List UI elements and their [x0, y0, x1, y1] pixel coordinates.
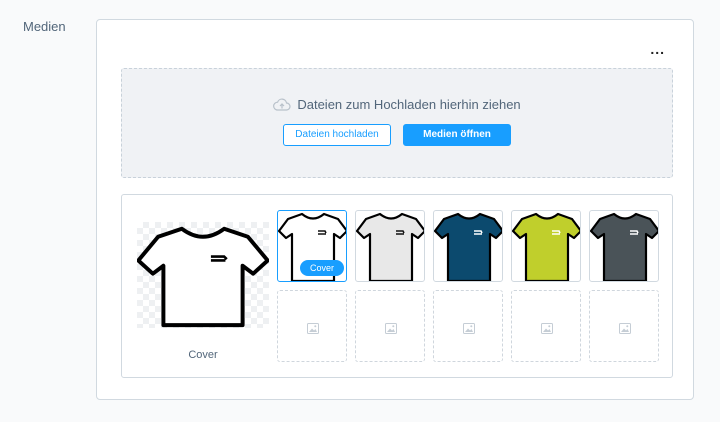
- media-thumbnail[interactable]: [355, 210, 425, 282]
- cover-preview-image: [136, 222, 270, 328]
- tshirt-icon: [590, 212, 658, 281]
- section-label: Medien: [23, 19, 66, 34]
- empty-media-slot[interactable]: [277, 290, 347, 362]
- open-media-button[interactable]: Medien öffnen: [403, 124, 511, 146]
- empty-media-slot[interactable]: [511, 290, 581, 362]
- cover-badge: Cover: [300, 260, 344, 276]
- media-card: ... Dateien zum Hochladen hierhin ziehen…: [96, 19, 694, 400]
- upload-files-button[interactable]: Dateien hochladen: [283, 124, 391, 146]
- cover-caption: Cover: [188, 349, 218, 361]
- image-placeholder-icon: [307, 321, 319, 339]
- upload-dropzone[interactable]: Dateien zum Hochladen hierhin ziehen Dat…: [121, 68, 673, 178]
- tshirt-icon: [512, 212, 580, 281]
- media-thumbnail[interactable]: Cover: [277, 210, 347, 282]
- empty-media-slot[interactable]: [355, 290, 425, 362]
- image-placeholder-icon: [385, 321, 397, 339]
- image-placeholder-icon: [463, 321, 475, 339]
- media-thumbnail[interactable]: [589, 210, 659, 282]
- tshirt-cover-icon: [136, 226, 270, 328]
- media-thumbnail[interactable]: [433, 210, 503, 282]
- tshirt-icon: [434, 212, 502, 281]
- empty-media-slot[interactable]: [589, 290, 659, 362]
- cloud-upload-icon: [273, 98, 291, 115]
- media-gallery: Cover Cover: [121, 194, 673, 378]
- tshirt-icon: [356, 212, 424, 281]
- media-thumbnail[interactable]: [511, 210, 581, 282]
- image-placeholder-icon: [619, 321, 631, 339]
- dropzone-text: Dateien zum Hochladen hierhin ziehen: [297, 97, 521, 112]
- empty-media-slot[interactable]: [433, 290, 503, 362]
- more-options-icon[interactable]: ...: [650, 42, 665, 56]
- image-placeholder-icon: [541, 321, 553, 339]
- dropzone-hint: Dateien zum Hochladen hierhin ziehen: [122, 97, 672, 115]
